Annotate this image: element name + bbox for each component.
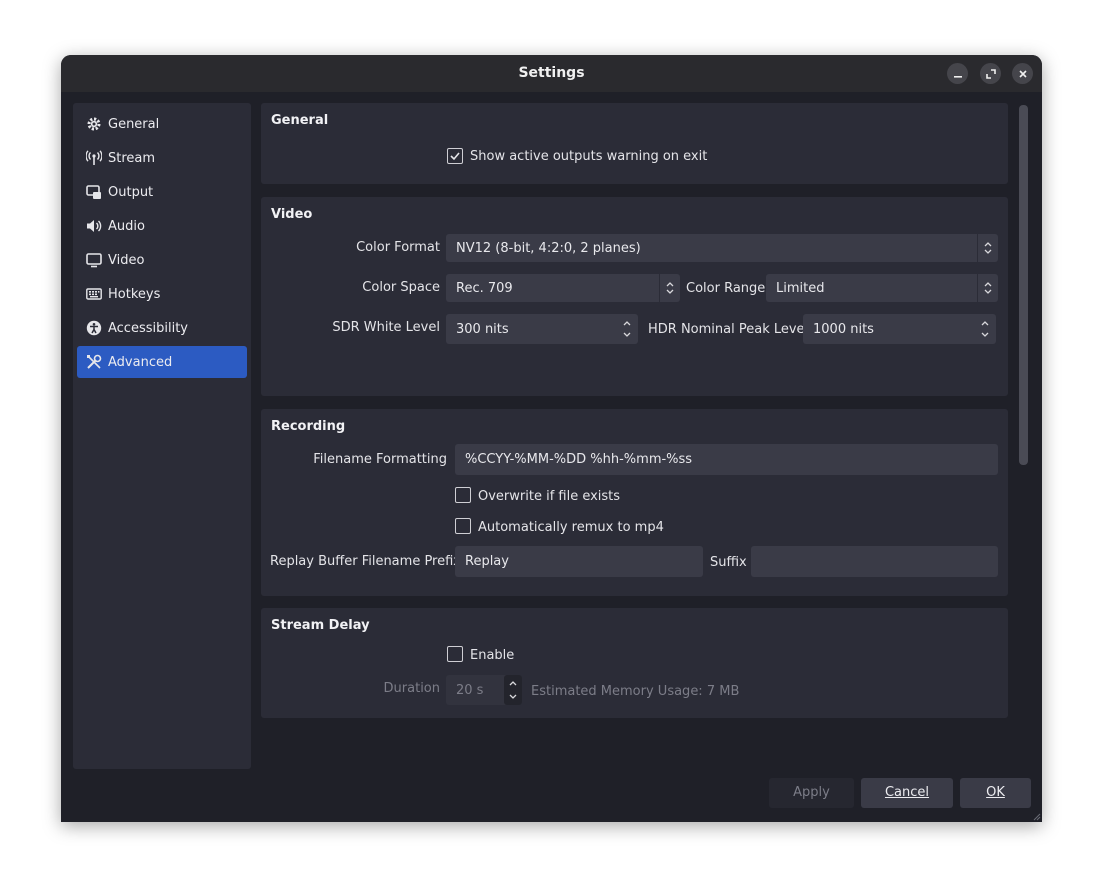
resize-grip-icon[interactable] bbox=[1031, 811, 1041, 821]
video-section: Video Color Format NV12 (8-bit, 4:2:0, 2… bbox=[261, 197, 1008, 396]
sidebar-item-advanced[interactable]: Advanced bbox=[77, 346, 247, 378]
color-range-select[interactable]: Limited bbox=[766, 274, 998, 302]
remux-label: Automatically remux to mp4 bbox=[478, 520, 664, 535]
spin-arrows-icon[interactable] bbox=[616, 314, 638, 344]
sidebar-item-video[interactable]: Video bbox=[77, 244, 247, 276]
settings-window: Settings General Stream Output Audio Vid… bbox=[61, 55, 1042, 822]
sidebar-item-label: Stream bbox=[108, 150, 156, 166]
replay-prefix-label: Replay Buffer Filename Prefix bbox=[270, 554, 461, 569]
updown-icon bbox=[659, 274, 680, 302]
checkmark-icon bbox=[450, 152, 460, 161]
section-title: Video bbox=[271, 207, 313, 222]
tools-icon bbox=[86, 354, 102, 370]
color-format-label: Color Format bbox=[356, 240, 440, 255]
sidebar-item-output[interactable]: Output bbox=[77, 176, 247, 208]
settings-content[interactable]: General Show active outputs warning on e… bbox=[261, 103, 1008, 773]
sidebar-item-label: Audio bbox=[108, 218, 145, 234]
general-section: General Show active outputs warning on e… bbox=[261, 103, 1008, 184]
color-space-value: Rec. 709 bbox=[456, 281, 513, 296]
sidebar-item-label: Advanced bbox=[108, 354, 173, 370]
remux-checkbox[interactable] bbox=[455, 518, 471, 534]
overwrite-checkbox[interactable] bbox=[455, 487, 471, 503]
sidebar-item-label: Video bbox=[108, 252, 145, 268]
sidebar-item-general[interactable]: General bbox=[77, 108, 247, 140]
sidebar-item-label: Output bbox=[108, 184, 154, 200]
sdr-white-value: 300 nits bbox=[456, 322, 509, 337]
restore-button[interactable] bbox=[980, 63, 1001, 84]
close-button[interactable] bbox=[1012, 63, 1033, 84]
duration-spinbox[interactable]: 20 s bbox=[446, 675, 522, 705]
memory-usage-label: Estimated Memory Usage: 7 MB bbox=[531, 684, 740, 699]
suffix-input[interactable] bbox=[751, 546, 998, 577]
sdr-white-spinbox[interactable]: 300 nits bbox=[446, 314, 638, 344]
sidebar-item-hotkeys[interactable]: Hotkeys bbox=[77, 278, 247, 310]
close-icon bbox=[1018, 70, 1027, 78]
color-format-select[interactable]: NV12 (8-bit, 4:2:0, 2 planes) bbox=[446, 234, 998, 262]
cancel-button-label: Cancel bbox=[884, 785, 930, 800]
section-title: Recording bbox=[271, 419, 346, 434]
updown-icon bbox=[977, 234, 998, 262]
settings-sidebar: General Stream Output Audio Video Hotkey… bbox=[73, 103, 251, 769]
filename-format-label: Filename Formatting bbox=[313, 452, 447, 467]
output-icon bbox=[86, 184, 102, 200]
spin-arrows-icon[interactable] bbox=[504, 675, 522, 705]
duration-value: 20 s bbox=[456, 683, 484, 698]
ok-button-label: OK bbox=[986, 785, 1005, 800]
enable-delay-checkbox[interactable] bbox=[447, 646, 463, 662]
spin-arrows-icon[interactable] bbox=[974, 314, 996, 344]
duration-label: Duration bbox=[383, 681, 440, 696]
section-title: Stream Delay bbox=[271, 618, 370, 633]
hdr-peak-spinbox[interactable]: 1000 nits bbox=[803, 314, 996, 344]
keyboard-icon bbox=[86, 286, 102, 302]
antenna-icon bbox=[86, 150, 102, 166]
sidebar-item-label: General bbox=[108, 116, 160, 132]
sidebar-item-accessibility[interactable]: Accessibility bbox=[77, 312, 247, 344]
sidebar-item-label: Accessibility bbox=[108, 320, 188, 336]
filename-format-value: %CCYY-%MM-%DD %hh-%mm-%ss bbox=[465, 452, 693, 467]
section-title: General bbox=[271, 113, 329, 128]
window-title: Settings bbox=[518, 65, 585, 81]
vertical-scrollbar[interactable] bbox=[1019, 105, 1028, 465]
suffix-label: Suffix bbox=[710, 555, 747, 570]
color-range-value: Limited bbox=[776, 281, 825, 296]
overwrite-label: Overwrite if file exists bbox=[478, 489, 621, 504]
ok-button[interactable]: OK bbox=[960, 778, 1031, 808]
replay-prefix-value: Replay bbox=[465, 554, 509, 569]
minimize-button[interactable] bbox=[947, 63, 968, 84]
sidebar-item-label: Hotkeys bbox=[108, 286, 161, 302]
filename-format-input[interactable]: %CCYY-%MM-%DD %hh-%mm-%ss bbox=[455, 444, 998, 475]
cancel-button[interactable]: Cancel bbox=[861, 778, 953, 808]
minimize-icon bbox=[953, 76, 962, 78]
restore-icon bbox=[985, 69, 996, 79]
monitor-icon bbox=[86, 252, 102, 268]
gear-icon bbox=[86, 116, 102, 132]
show-warning-checkbox[interactable] bbox=[447, 148, 463, 164]
speaker-icon bbox=[86, 218, 102, 234]
hdr-peak-label: HDR Nominal Peak Level bbox=[648, 322, 809, 337]
color-range-label: Color Range bbox=[686, 281, 766, 296]
hdr-peak-value: 1000 nits bbox=[813, 322, 874, 337]
title-bar[interactable]: Settings bbox=[61, 55, 1042, 92]
sdr-white-label: SDR White Level bbox=[332, 320, 440, 335]
stream-delay-section: Stream Delay Enable Duration 20 s Estima… bbox=[261, 608, 1008, 718]
accessibility-icon bbox=[86, 320, 102, 336]
updown-icon bbox=[977, 274, 998, 302]
enable-delay-label: Enable bbox=[470, 648, 515, 663]
color-space-label: Color Space bbox=[362, 280, 440, 295]
recording-section: Recording Filename Formatting %CCYY-%MM-… bbox=[261, 409, 1008, 596]
apply-button[interactable]: Apply bbox=[769, 778, 854, 808]
color-format-value: NV12 (8-bit, 4:2:0, 2 planes) bbox=[456, 241, 641, 256]
show-warning-label: Show active outputs warning on exit bbox=[470, 149, 708, 164]
color-space-select[interactable]: Rec. 709 bbox=[446, 274, 680, 302]
replay-prefix-input[interactable]: Replay bbox=[455, 546, 703, 577]
sidebar-item-audio[interactable]: Audio bbox=[77, 210, 247, 242]
sidebar-item-stream[interactable]: Stream bbox=[77, 142, 247, 174]
